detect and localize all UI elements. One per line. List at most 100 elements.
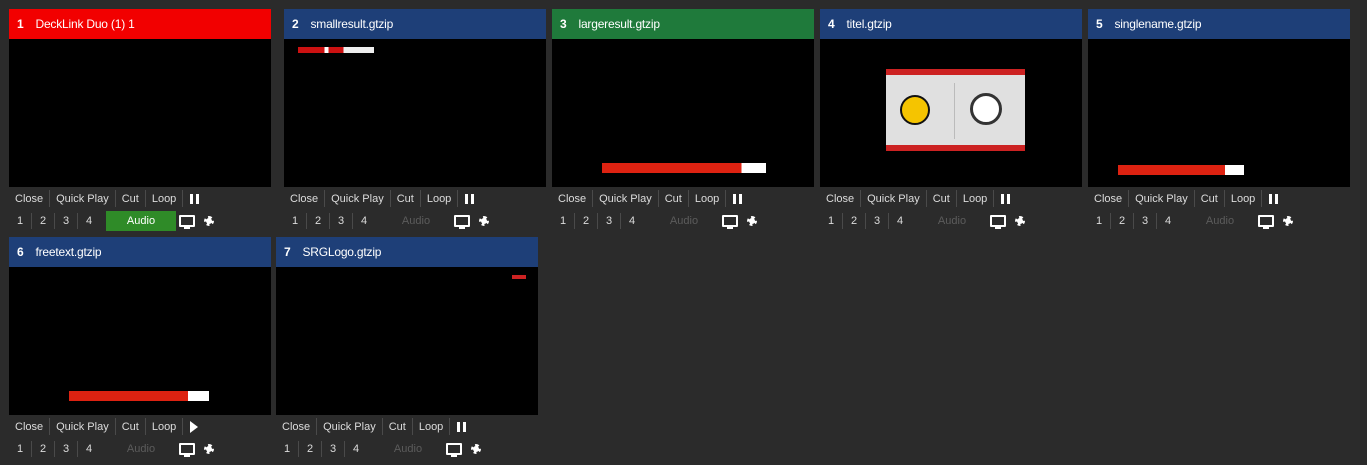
quick-play-button[interactable]: Quick Play (593, 188, 658, 209)
settings-button[interactable] (198, 439, 220, 459)
cut-button[interactable]: Cut (659, 188, 688, 209)
pause-button[interactable] (450, 416, 472, 437)
external-output-button[interactable] (451, 211, 473, 231)
overlay-3-button[interactable]: 3 (330, 211, 352, 231)
overlay-3-button[interactable]: 3 (322, 439, 344, 459)
overlay-3-button[interactable]: 3 (1134, 211, 1156, 231)
overlay-1-button[interactable]: 1 (276, 439, 298, 459)
input-title-bar[interactable]: 6 freetext.gtzip (9, 237, 271, 267)
overlay-3-button[interactable]: 3 (55, 439, 77, 459)
overlay-1-button[interactable]: 1 (1088, 211, 1110, 231)
input-preview[interactable] (1088, 39, 1350, 187)
overlay-4-button[interactable]: 4 (1157, 211, 1179, 231)
input-tile: 5 singlename.gtzip Close Quick Play Cut Loop 1… (1088, 9, 1350, 234)
loop-button[interactable]: Loop (421, 188, 457, 209)
quick-play-button[interactable]: Quick Play (861, 188, 926, 209)
input-title-bar[interactable]: 5 singlename.gtzip (1088, 9, 1350, 39)
close-button[interactable]: Close (820, 188, 860, 209)
overlay-1-button[interactable]: 1 (9, 211, 31, 231)
input-title-bar[interactable]: 3 largeresult.gtzip (552, 9, 814, 39)
close-button[interactable]: Close (284, 188, 324, 209)
overlay-4-button[interactable]: 4 (78, 211, 100, 231)
input-preview[interactable] (9, 267, 271, 415)
loop-button[interactable]: Loop (689, 188, 725, 209)
input-title-bar[interactable]: 2 smallresult.gtzip (284, 9, 546, 39)
play-button[interactable] (183, 416, 205, 437)
external-output-button[interactable] (719, 211, 741, 231)
overlay-4-button[interactable]: 4 (353, 211, 375, 231)
cut-button[interactable]: Cut (116, 416, 145, 437)
input-title-bar[interactable]: 4 titel.gtzip (820, 9, 1082, 39)
audio-button[interactable]: Audio (917, 211, 987, 231)
overlay-2-button[interactable]: 2 (32, 439, 54, 459)
quick-play-button[interactable]: Quick Play (50, 416, 115, 437)
close-button[interactable]: Close (276, 416, 316, 437)
overlay-1-button[interactable]: 1 (9, 439, 31, 459)
pause-button[interactable] (183, 188, 205, 209)
external-output-button[interactable] (176, 211, 198, 231)
loop-button[interactable]: Loop (1225, 188, 1261, 209)
overlay-2-button[interactable]: 2 (575, 211, 597, 231)
input-preview[interactable] (552, 39, 814, 187)
close-button[interactable]: Close (9, 188, 49, 209)
settings-button[interactable] (741, 211, 763, 231)
pause-button[interactable] (458, 188, 480, 209)
cut-button[interactable]: Cut (1195, 188, 1224, 209)
cut-button[interactable]: Cut (383, 416, 412, 437)
close-button[interactable]: Close (9, 416, 49, 437)
cut-button[interactable]: Cut (116, 188, 145, 209)
quick-play-button[interactable]: Quick Play (50, 188, 115, 209)
loop-button[interactable]: Loop (146, 416, 182, 437)
settings-button[interactable] (465, 439, 487, 459)
overlay-4-button[interactable]: 4 (345, 439, 367, 459)
external-output-button[interactable] (443, 439, 465, 459)
settings-button[interactable] (198, 211, 220, 231)
pause-button[interactable] (1262, 188, 1284, 209)
close-button[interactable]: Close (1088, 188, 1128, 209)
overlay-4-button[interactable]: 4 (621, 211, 643, 231)
overlay-4-button[interactable]: 4 (889, 211, 911, 231)
overlay-2-button[interactable]: 2 (32, 211, 54, 231)
overlay-row: 1 2 3 4 Audio (9, 438, 271, 460)
audio-button[interactable]: Audio (649, 211, 719, 231)
loop-button[interactable]: Loop (413, 416, 449, 437)
input-title-bar[interactable]: 7 SRGLogo.gtzip (276, 237, 538, 267)
overlay-2-button[interactable]: 2 (307, 211, 329, 231)
pause-button[interactable] (726, 188, 748, 209)
settings-button[interactable] (1009, 211, 1031, 231)
settings-button[interactable] (473, 211, 495, 231)
overlay-1-button[interactable]: 1 (284, 211, 306, 231)
external-output-button[interactable] (987, 211, 1009, 231)
overlay-2-button[interactable]: 2 (299, 439, 321, 459)
input-preview[interactable] (284, 39, 546, 187)
overlay-3-button[interactable]: 3 (598, 211, 620, 231)
input-preview[interactable] (820, 39, 1082, 187)
input-preview[interactable] (9, 39, 271, 187)
input-preview[interactable] (276, 267, 538, 415)
overlay-1-button[interactable]: 1 (820, 211, 842, 231)
overlay-2-button[interactable]: 2 (843, 211, 865, 231)
overlay-1-button[interactable]: 1 (552, 211, 574, 231)
overlay-2-button[interactable]: 2 (1111, 211, 1133, 231)
external-output-button[interactable] (176, 439, 198, 459)
settings-button[interactable] (1277, 211, 1299, 231)
overlay-3-button[interactable]: 3 (866, 211, 888, 231)
quick-play-button[interactable]: Quick Play (325, 188, 390, 209)
pause-button[interactable] (994, 188, 1016, 209)
audio-button[interactable]: Audio (106, 211, 176, 231)
overlay-3-button[interactable]: 3 (55, 211, 77, 231)
input-title-bar[interactable]: 1 DeckLink Duo (1) 1 (9, 9, 271, 39)
cut-button[interactable]: Cut (391, 188, 420, 209)
audio-button[interactable]: Audio (1185, 211, 1255, 231)
external-output-button[interactable] (1255, 211, 1277, 231)
overlay-4-button[interactable]: 4 (78, 439, 100, 459)
quick-play-button[interactable]: Quick Play (1129, 188, 1194, 209)
audio-button[interactable]: Audio (381, 211, 451, 231)
close-button[interactable]: Close (552, 188, 592, 209)
audio-button[interactable]: Audio (106, 439, 176, 459)
quick-play-button[interactable]: Quick Play (317, 416, 382, 437)
cut-button[interactable]: Cut (927, 188, 956, 209)
audio-button[interactable]: Audio (373, 439, 443, 459)
loop-button[interactable]: Loop (957, 188, 993, 209)
loop-button[interactable]: Loop (146, 188, 182, 209)
